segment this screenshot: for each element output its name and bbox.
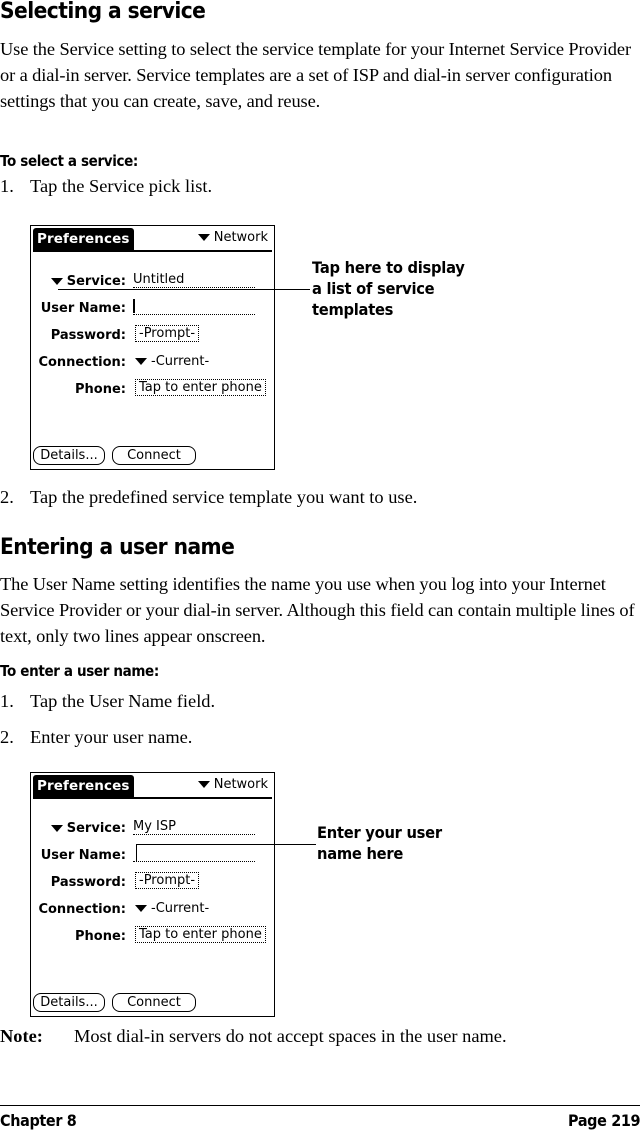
service-value[interactable]: My ISP	[133, 819, 255, 835]
footer-rule	[0, 1105, 640, 1106]
step-2-select-service: 2. Tap the predefined service template yo…	[0, 487, 418, 507]
connection-picker[interactable]: -Current-	[135, 901, 209, 916]
step-1-enter-user-name: 1. Tap the User Name field.	[0, 691, 216, 711]
connect-button[interactable]: Connect	[112, 446, 196, 465]
palm-screen-username: Preferences Network Service: My ISP User…	[30, 772, 275, 1017]
screen-title: Preferences	[33, 228, 134, 251]
connect-button[interactable]: Connect	[112, 993, 196, 1012]
note-text: Most dial-in servers do not accept space…	[74, 1026, 507, 1046]
step-2-enter-user-name: 2. Enter your user name.	[0, 727, 193, 747]
details-button[interactable]: Details...	[33, 993, 105, 1012]
password-label: Password:	[50, 875, 126, 890]
section-paragraph-selecting-service: Use the Service setting to select the se…	[0, 39, 631, 111]
callout-leader-line-vertical	[136, 844, 137, 862]
palm-screen-service: Preferences Network Service: Untitled Us…	[30, 225, 275, 470]
username-field[interactable]	[133, 299, 255, 315]
text-cursor	[133, 299, 135, 313]
dropdown-triangle-icon	[135, 905, 147, 912]
password-field[interactable]: -Prompt-	[135, 872, 200, 889]
section-heading-entering-user-name: Entering a user name	[0, 535, 235, 560]
phone-label: Phone:	[75, 929, 126, 944]
procedure-title-enter-user-name: To enter a user name:	[0, 662, 159, 680]
connection-label: Connection:	[38, 902, 126, 917]
phone-field[interactable]: Tap to enter phone	[135, 379, 266, 396]
screen-title: Preferences	[33, 775, 134, 798]
dropdown-triangle-icon	[135, 358, 147, 365]
note-label: Note:	[0, 1026, 43, 1046]
note: Note: Most dial-in servers do not accept …	[0, 1026, 507, 1047]
username-label: User Name:	[40, 301, 126, 316]
password-field[interactable]: -Prompt-	[135, 325, 200, 342]
section-heading-selecting-service: Selecting a service	[0, 0, 206, 24]
section-paragraph-entering-user-name: The User Name setting identifies the nam…	[0, 574, 635, 646]
service-picker[interactable]: Service:	[50, 821, 126, 836]
callout-username: Enter your user name here	[317, 823, 442, 863]
footer-page-number: Page 219	[567, 1111, 640, 1130]
callout-leader-line	[58, 289, 310, 290]
category-picker[interactable]: Network	[197, 230, 268, 245]
dropdown-triangle-icon	[197, 234, 210, 241]
phone-label: Phone:	[75, 382, 126, 397]
service-value[interactable]: Untitled	[133, 272, 255, 288]
dropdown-triangle-icon	[50, 278, 63, 285]
callout-service: Tap here to display a list of service te…	[312, 258, 465, 319]
callout-leader-line	[136, 844, 316, 845]
connection-label: Connection:	[38, 355, 126, 370]
title-divider	[33, 797, 272, 799]
username-field[interactable]	[133, 846, 255, 862]
dropdown-triangle-icon	[197, 781, 210, 788]
password-label: Password:	[50, 328, 126, 343]
category-picker[interactable]: Network	[197, 777, 268, 792]
footer-chapter: Chapter 8	[0, 1111, 77, 1130]
details-button[interactable]: Details...	[33, 446, 105, 465]
connection-picker[interactable]: -Current-	[135, 354, 209, 369]
step-1-select-service: 1. Tap the Service pick list.	[0, 176, 213, 196]
service-picker[interactable]: Service:	[50, 274, 126, 289]
phone-field[interactable]: Tap to enter phone	[135, 926, 266, 943]
procedure-title-select-service: To select a service:	[0, 152, 138, 170]
dropdown-triangle-icon	[50, 825, 63, 832]
username-label: User Name:	[40, 848, 126, 863]
title-divider	[33, 250, 272, 252]
